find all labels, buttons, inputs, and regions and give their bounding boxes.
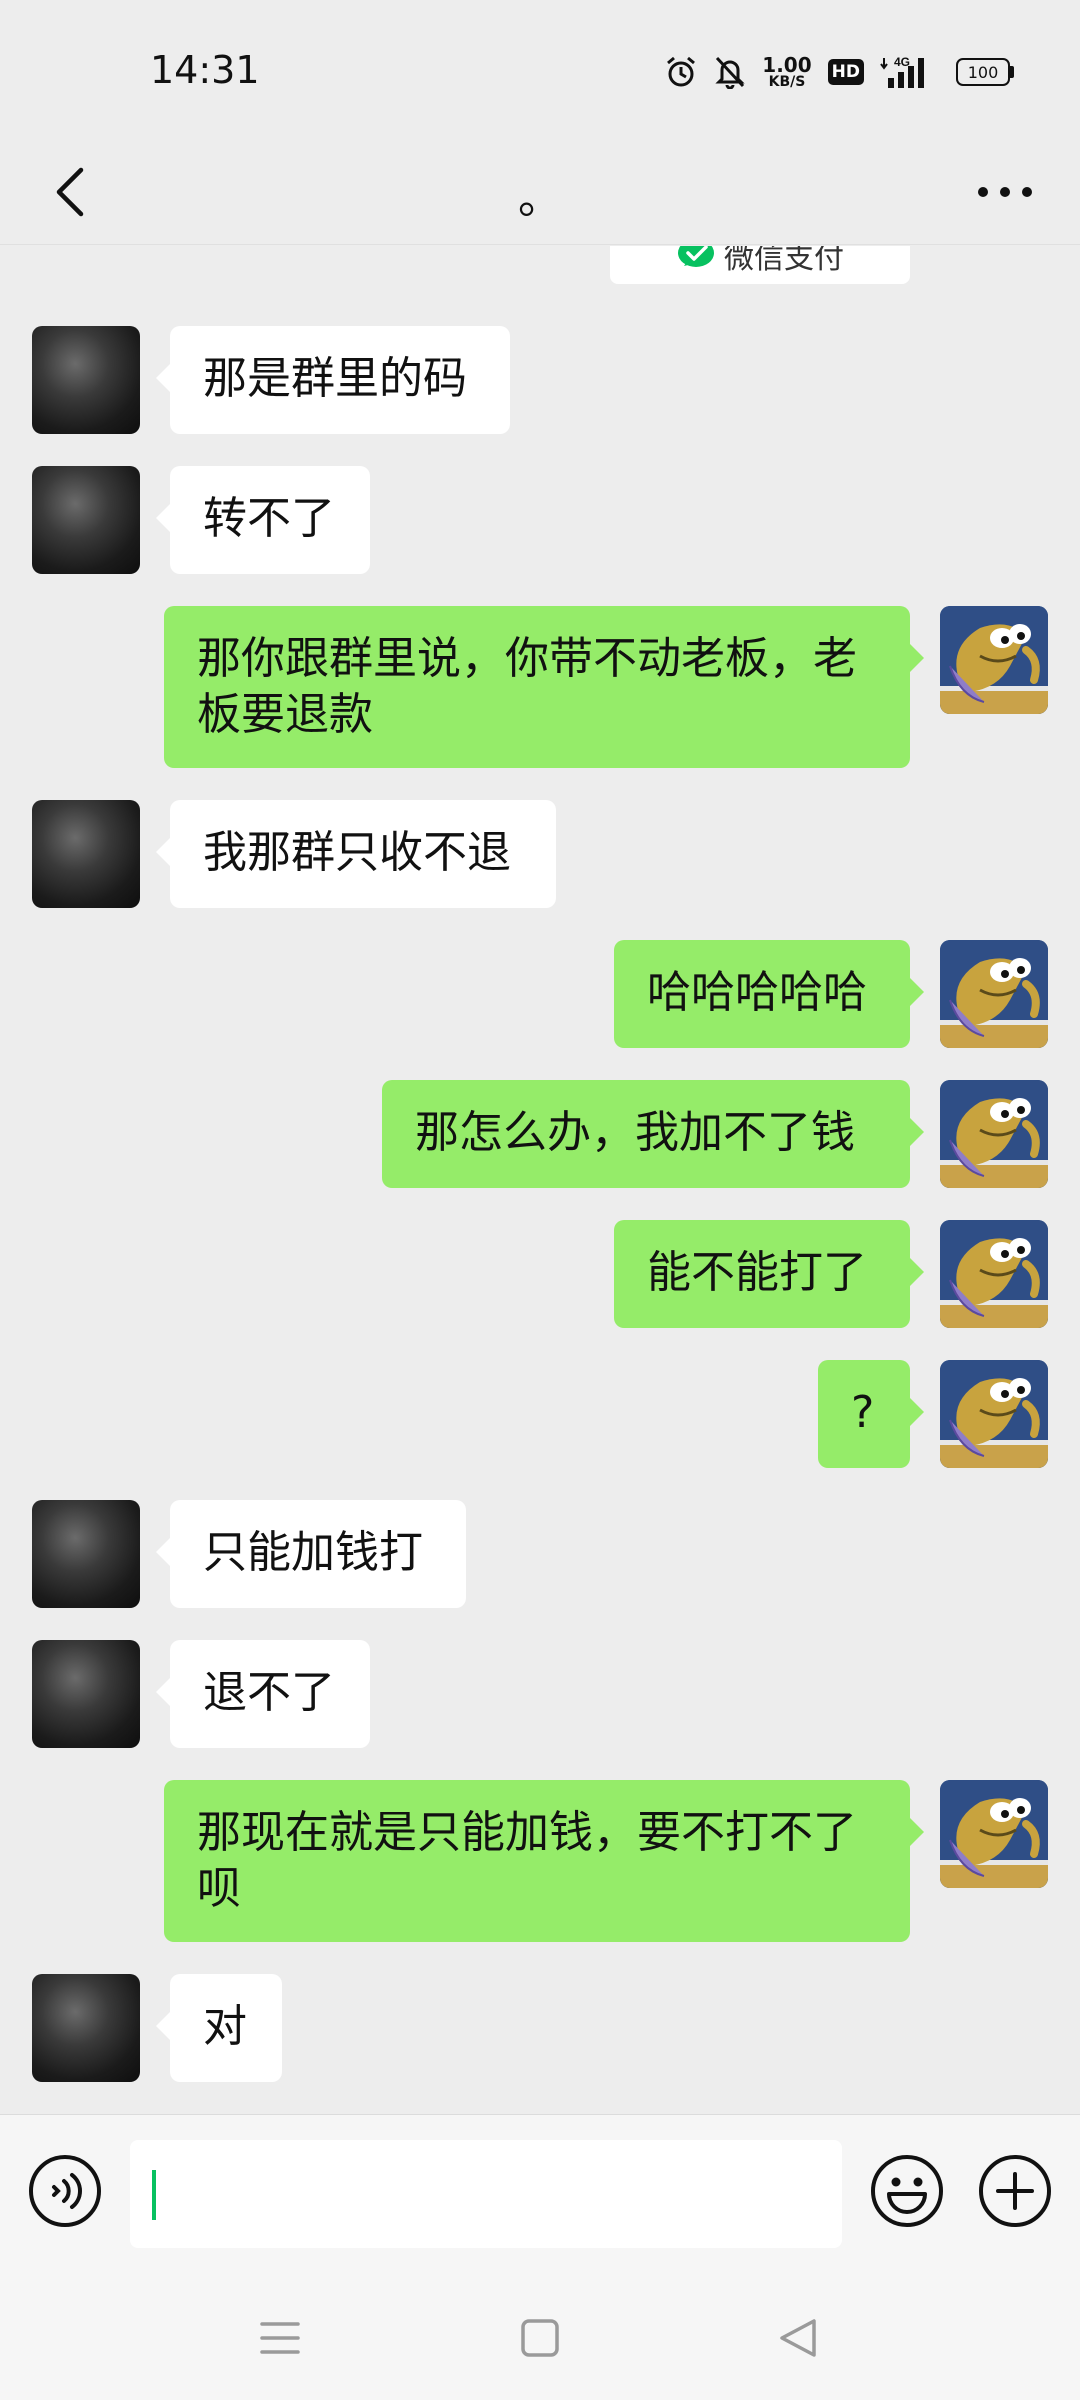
net-speed-value: 1.00 (762, 53, 812, 77)
outgoing-message-bubble[interactable]: 那怎么办，我加不了钱 (382, 1080, 924, 1188)
contact-avatar[interactable] (32, 1974, 140, 2082)
contact-avatar[interactable] (32, 326, 140, 434)
incoming-message-bubble[interactable]: 对 (156, 1974, 282, 2082)
system-nav-bar (0, 2274, 1080, 2400)
incoming-message-bubble[interactable]: 那是群里的码 (156, 326, 510, 434)
home-square-icon[interactable] (518, 2316, 562, 2360)
text-cursor (152, 2170, 156, 2220)
message-item: 转不了 (0, 466, 1080, 574)
message-item: ? (0, 1360, 1080, 1468)
chat-message-list[interactable]: 微信支付 那是群里的码 转不了 那你跟群里说，你带不动老板，老板要退款我那群只收不… (0, 246, 1080, 2114)
outgoing-message-bubble[interactable]: 哈哈哈哈哈 (614, 940, 924, 1048)
battery-icon: 100 (956, 58, 1014, 86)
emoji-icon[interactable] (870, 2154, 944, 2228)
plus-icon[interactable] (978, 2154, 1052, 2228)
my-avatar[interactable] (940, 606, 1048, 714)
incoming-message-bubble[interactable]: 退不了 (156, 1640, 370, 1748)
back-triangle-icon[interactable] (776, 2316, 820, 2360)
mute-bell-icon (715, 56, 745, 89)
message-item: 那怎么办，我加不了钱 (0, 1080, 1080, 1188)
status-time: 14:31 (150, 48, 260, 92)
battery-level: 100 (956, 58, 1010, 86)
net-speed: 1.00 KB/S (762, 55, 811, 89)
wechat-pay-label: 微信支付 (724, 246, 844, 276)
contact-avatar[interactable] (32, 1640, 140, 1748)
outgoing-message-bubble[interactable]: 能不能打了 (614, 1220, 924, 1328)
message-item: 那你跟群里说，你带不动老板，老板要退款 (0, 606, 1080, 768)
voice-icon[interactable] (28, 2154, 102, 2228)
message-item: 对 (0, 1974, 1080, 2082)
my-avatar[interactable] (940, 1780, 1048, 1888)
message-item: 我那群只收不退 (0, 800, 1080, 908)
outgoing-message-bubble[interactable]: 那现在就是只能加钱，要不打不了呗 (164, 1780, 924, 1942)
more-options-button[interactable] (960, 152, 1050, 232)
my-avatar[interactable] (940, 1080, 1048, 1188)
incoming-message-bubble[interactable]: 转不了 (156, 466, 370, 574)
contact-avatar[interactable] (32, 800, 140, 908)
my-avatar[interactable] (940, 940, 1048, 1048)
contact-avatar[interactable] (32, 1500, 140, 1608)
status-icons: 1.00 KB/S HD 4G 100 (664, 50, 1014, 94)
message-item: 退不了 (0, 1640, 1080, 1748)
outgoing-message-bubble[interactable]: ? (818, 1360, 924, 1468)
outgoing-message-bubble[interactable]: 那你跟群里说，你带不动老板，老板要退款 (164, 606, 924, 768)
contact-avatar[interactable] (32, 466, 140, 574)
alarm-icon (667, 56, 696, 87)
message-input[interactable] (130, 2140, 842, 2248)
wechat-pay-icon (678, 246, 714, 267)
my-avatar[interactable] (940, 1220, 1048, 1328)
signal-icon: 4G (880, 55, 924, 88)
message-item: 那是群里的码 (0, 326, 1080, 434)
menu-icon[interactable] (258, 2316, 302, 2360)
status-bar: 14:31 1.00 KB/S HD 4G 100 (0, 0, 1080, 140)
chat-title: 。 (518, 173, 562, 224)
net-speed-unit: KB/S (768, 74, 806, 90)
incoming-message-bubble[interactable]: 我那群只收不退 (156, 800, 556, 908)
hd-badge: HD (827, 59, 864, 85)
my-avatar[interactable] (940, 1360, 1048, 1468)
network-label: 4G (894, 55, 910, 69)
message-item: 能不能打了 (0, 1220, 1080, 1328)
wechat-pay-card[interactable]: 微信支付 (610, 246, 910, 284)
incoming-message-bubble[interactable]: 只能加钱打 (156, 1500, 466, 1608)
message-item: 只能加钱打 (0, 1500, 1080, 1608)
chat-header: 。 (0, 140, 1080, 245)
message-item: 哈哈哈哈哈 (0, 940, 1080, 1048)
input-bar (0, 2114, 1080, 2274)
message-item: 那现在就是只能加钱，要不打不了呗 (0, 1780, 1080, 1942)
more-dots-icon (978, 187, 1032, 197)
